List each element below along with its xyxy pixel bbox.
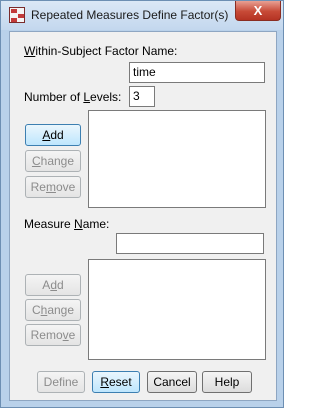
factor-change-button[interactable]: Change	[25, 150, 81, 172]
reset-button[interactable]: Reset	[92, 371, 140, 393]
close-icon: X	[253, 3, 263, 18]
measure-name-input[interactable]	[116, 233, 264, 254]
help-button[interactable]: Help	[202, 371, 252, 393]
number-of-levels-label: Number of Levels:	[24, 90, 122, 104]
measure-remove-button[interactable]: Remo v e	[25, 324, 81, 346]
measure-name-label: Measure Name:	[24, 217, 110, 231]
dialog-body: Within-Subject Factor Name: time Number …	[9, 31, 277, 401]
cancel-button[interactable]: Cancel	[147, 371, 197, 393]
measure-add-button[interactable]: Add	[25, 274, 81, 296]
define-button[interactable]: Define	[37, 371, 85, 393]
title-bar[interactable]: Repeated Measures Define Factor(s) X	[1, 1, 283, 30]
measure-change-button[interactable]: Ch ange	[25, 299, 81, 321]
dialog-window: Repeated Measures Define Factor(s) X Wit…	[0, 0, 284, 408]
factor-name-label: Within-Subject Factor Name:	[24, 44, 178, 58]
number-of-levels-input[interactable]: 3	[129, 86, 155, 107]
close-button[interactable]: X	[235, 1, 281, 21]
factor-add-button[interactable]: Add	[25, 124, 81, 146]
factor-remove-button[interactable]: Re m ove	[25, 176, 81, 198]
factor-list[interactable]	[88, 110, 266, 208]
window-title: Repeated Measures Define Factor(s)	[31, 8, 229, 22]
spss-app-icon	[9, 7, 25, 23]
measure-list[interactable]	[88, 259, 266, 360]
factor-name-input[interactable]: time	[129, 62, 265, 83]
